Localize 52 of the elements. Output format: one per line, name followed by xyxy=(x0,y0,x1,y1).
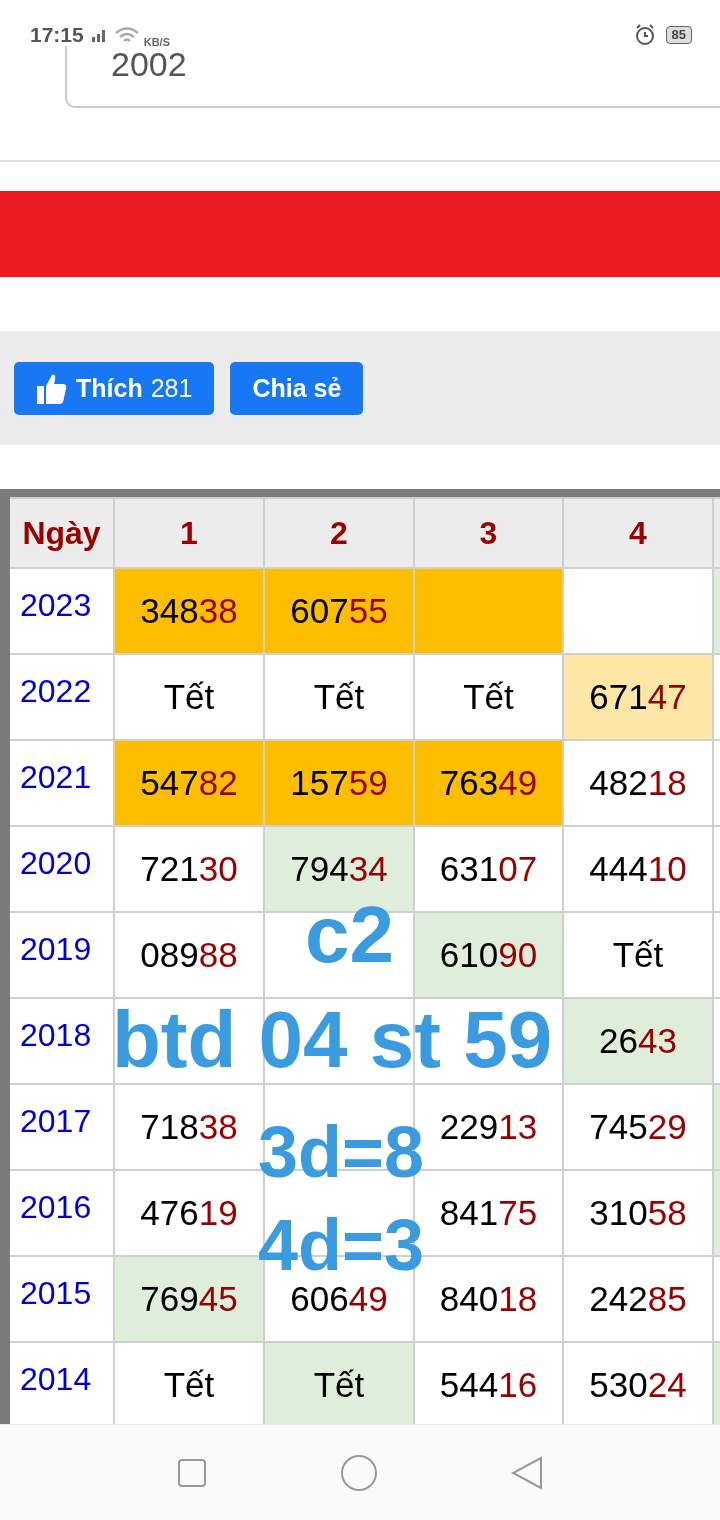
year-link[interactable]: 2022 xyxy=(10,655,113,739)
column-header: 4 xyxy=(564,499,712,567)
table-cell: 08988 xyxy=(115,913,263,997)
home-icon[interactable] xyxy=(340,1453,378,1492)
table-cell: 63107 xyxy=(415,827,562,911)
table-cell: 60755 xyxy=(265,569,413,653)
column-header: Ngày xyxy=(10,499,113,567)
table-cell: 54782 xyxy=(115,741,263,825)
like-button[interactable]: Thích 281 xyxy=(14,361,215,415)
table-cell: 31058 xyxy=(564,1171,712,1255)
table-cell: Tết xyxy=(115,1343,263,1427)
year-select-field[interactable]: 2002 xyxy=(65,46,720,108)
table-cell: 48218 xyxy=(564,741,712,825)
year-link[interactable]: 2020 xyxy=(10,827,113,911)
table-cell: 2643 xyxy=(564,999,712,1083)
column-header: 1 xyxy=(115,499,263,567)
table-cell: 67147 xyxy=(564,655,712,739)
year-link[interactable]: 2014 xyxy=(10,1343,113,1427)
year-link[interactable]: 2023 xyxy=(10,569,113,653)
table-cell: 76349 xyxy=(415,741,562,825)
year-link[interactable]: 2021 xyxy=(10,741,113,825)
table-cell: Tết xyxy=(115,655,263,739)
table-cell: 53024 xyxy=(564,1343,712,1427)
recent-apps-icon[interactable] xyxy=(176,1457,207,1488)
year-link[interactable]: 2016 xyxy=(10,1171,113,1255)
handwritten-note: btd 04 st 59 xyxy=(112,1000,553,1080)
battery-level: 85 xyxy=(665,26,692,44)
status-time: 17:15 xyxy=(30,23,84,47)
table-cell: Tết xyxy=(265,1343,413,1427)
table-cell: Tết xyxy=(564,913,712,997)
table-cell: 15759 xyxy=(265,741,413,825)
year-link[interactable]: 2019 xyxy=(10,913,113,997)
signal-icon xyxy=(91,28,108,42)
year-link[interactable]: 2017 xyxy=(10,1085,113,1169)
table-cell: Tết xyxy=(265,655,413,739)
wifi-icon xyxy=(113,26,140,44)
table-cell: 54416 xyxy=(415,1343,562,1427)
column-header: 2 xyxy=(265,499,413,567)
table-cell: Tết xyxy=(415,655,562,739)
network-speed-unit: KB/S xyxy=(143,36,170,48)
table-cell: 61090 xyxy=(415,913,562,997)
table-cell: 44410 xyxy=(564,827,712,911)
year-link[interactable]: 2018 xyxy=(10,999,113,1083)
table-cell: 24285 xyxy=(564,1257,712,1341)
back-icon[interactable] xyxy=(511,1455,544,1490)
year-link[interactable]: 2015 xyxy=(10,1257,113,1341)
table-cell: 72130 xyxy=(115,827,263,911)
column-header: 3 xyxy=(415,499,562,567)
alarm-icon xyxy=(633,24,656,46)
share-button[interactable]: Chia sẻ xyxy=(230,361,364,415)
table-cell: 74529 xyxy=(564,1085,712,1169)
table-cell: 34838 xyxy=(115,569,263,653)
